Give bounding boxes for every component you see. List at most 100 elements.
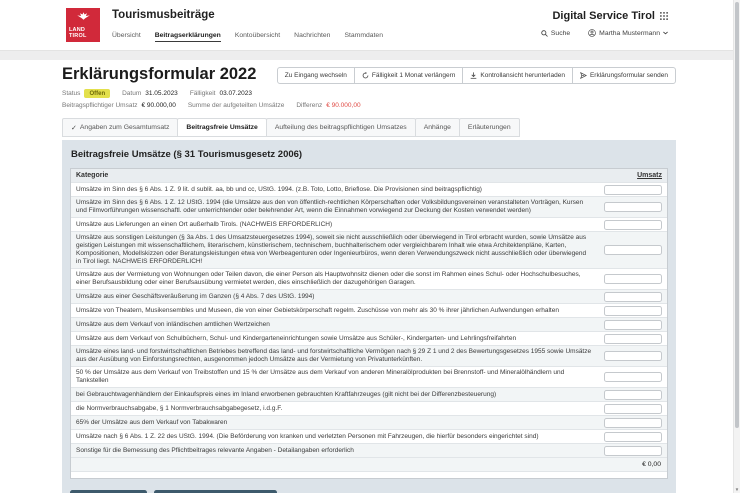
tab-gesamtumsatz[interactable]: ✓ Angaben zum Gesamtumsatz	[62, 118, 178, 137]
umsatz-input[interactable]	[604, 446, 662, 456]
tab-label: Anhänge	[424, 124, 451, 131]
umsatz-input[interactable]	[604, 404, 662, 414]
header-right: Digital Service Tirol Suc	[541, 10, 668, 37]
umsatz-input[interactable]	[604, 292, 662, 302]
umsatz-input[interactable]	[604, 351, 662, 361]
table-row: Umsätze aus der Vermietung von Wohnungen…	[71, 268, 667, 289]
umsatz-input[interactable]	[604, 185, 662, 195]
logo-text: LAND TIROL	[66, 27, 100, 39]
category-text: Umsätze nach § 6 Abs. 1 Z. 22 des UStG. …	[71, 431, 597, 443]
category-text: die Normverbrauchsabgabe, § 1 Normverbra…	[71, 403, 597, 415]
section-heading: Beitragsfreie Umsätze (§ 31 Tourismusges…	[71, 149, 668, 160]
send-icon	[580, 72, 587, 79]
datum-value: 31.05.2023	[145, 90, 178, 97]
table-row: Umsätze aus dem Verkauf von inländischen…	[71, 317, 667, 331]
category-text: Umsätze im Sinn des § 6 Abs. 1 Z. 12 USt…	[71, 197, 597, 217]
category-text: Umsätze im Sinn des § 6 Abs. 1 Z. 9 lit.…	[71, 184, 597, 196]
button-label: Erklärungsformular senden	[590, 72, 668, 79]
beitragspflichtiger-umsatz-value: € 90.000,00	[142, 102, 176, 109]
table-row: 50 % der Umsätze aus dem Verkauf von Tre…	[71, 366, 667, 387]
umsatz-input[interactable]	[604, 245, 662, 255]
col-umsatz[interactable]: Umsatz	[597, 169, 667, 182]
umsatz-input[interactable]	[604, 372, 662, 382]
button-label: Zu Eingang wechseln	[285, 72, 347, 79]
table-footer-row	[71, 471, 667, 478]
table-row: Sonstige für die Bemessung des Pflichtbe…	[71, 443, 667, 457]
search-button[interactable]: Suche	[541, 30, 570, 37]
main-nav: Übersicht Beitragserklärungen Kontoübers…	[112, 32, 383, 42]
summe-label: Summe der aufgeteilten Umsätze	[188, 102, 284, 109]
table-row: Umsätze aus Lieferungen an einen Ort auß…	[71, 217, 667, 231]
form-actions: Zu Eingang wechseln Fälligkeit 1 Monat v…	[277, 67, 676, 84]
category-text: Umsätze von Theatern, Musikensembles und…	[71, 305, 597, 317]
table-row: die Normverbrauchsabgabe, § 1 Normverbra…	[71, 401, 667, 415]
umsatz-input[interactable]	[604, 390, 662, 400]
umsatz-input[interactable]	[604, 220, 662, 230]
status-row: Status Offen Datum 31.05.2023 Fälligkeit…	[62, 89, 676, 98]
tab-label: Aufteilung des beitragspflichtigen Umsat…	[275, 124, 407, 131]
tab-label: Erläuterungen	[468, 124, 511, 131]
scrollbar[interactable]: ▼	[733, 0, 740, 493]
category-text: Umsätze eines land- und forstwirtschaftl…	[71, 346, 597, 366]
umsatz-input[interactable]	[604, 306, 662, 316]
switch-to-inbox-button[interactable]: Zu Eingang wechseln	[277, 67, 355, 84]
button-label: Kontrollansicht herunterladen	[480, 72, 565, 79]
nav-item-stammdaten[interactable]: Stammdaten	[344, 32, 383, 42]
nav-item-uebersicht[interactable]: Übersicht	[112, 32, 141, 42]
table-row: Umsätze aus einer Geschäftsveräußerung i…	[71, 289, 667, 303]
table-row: Umsätze eines land- und forstwirtschaftl…	[71, 345, 667, 366]
app-grid-icon[interactable]	[660, 12, 668, 20]
extend-due-date-button[interactable]: Fälligkeit 1 Monat verlängern	[354, 67, 463, 84]
category-text: bei Gebrauchtwagenhändlern der Einkaufsp…	[71, 389, 597, 401]
faelligkeit-value: 03.07.2023	[219, 90, 252, 97]
page: LAND TIROL Tourismusbeiträge Übersicht B…	[0, 0, 740, 493]
search-icon	[541, 30, 548, 37]
category-text: Umsätze aus Lieferungen an einen Ort auß…	[71, 219, 597, 231]
umsatz-input[interactable]	[604, 274, 662, 284]
umsatz-input[interactable]	[604, 418, 662, 428]
total-value: € 0,00	[642, 461, 661, 468]
umsatz-input[interactable]	[604, 432, 662, 442]
table-row: Umsätze nach § 6 Abs. 1 Z. 22 des UStG. …	[71, 429, 667, 443]
main-content: Zu Eingang wechseln Fälligkeit 1 Monat v…	[62, 60, 676, 493]
user-name: Martha Mustermann	[599, 30, 660, 37]
table-total-row: € 0,00	[71, 457, 667, 471]
beitragspflichtiger-umsatz-label: Beitragspflichtiger Umsatz	[62, 102, 138, 109]
status-label: Status	[62, 90, 80, 97]
datum-label: Datum	[122, 90, 141, 97]
beitragsfreie-umsaetze-panel: Beitragsfreie Umsätze (§ 31 Tourismusges…	[62, 140, 676, 493]
umsatz-input[interactable]	[604, 320, 662, 330]
table-row: Umsätze aus sonstigen Leistungen (§ 3a A…	[71, 231, 667, 268]
tab-anhaenge[interactable]: Anhänge	[415, 118, 460, 137]
app-title: Tourismusbeiträge	[112, 9, 215, 21]
tab-beitragsfreie-umsaetze[interactable]: Beitragsfreie Umsätze	[177, 118, 266, 137]
umsatz-input[interactable]	[604, 334, 662, 344]
tab-erlaeuterungen[interactable]: Erläuterungen	[459, 118, 520, 137]
header-divider	[0, 50, 740, 60]
send-declaration-button[interactable]: Erklärungsformular senden	[572, 67, 676, 84]
differenz-label: Differenz	[296, 102, 322, 109]
table-row: bei Gebrauchtwagenhändlern der Einkaufsp…	[71, 387, 667, 401]
scrollbar-thumb[interactable]	[735, 2, 739, 428]
scrollbar-down-arrow[interactable]: ▼	[734, 486, 740, 493]
category-text: Umsätze aus einer Geschäftsveräußerung i…	[71, 291, 597, 303]
tab-label: Angaben zum Gesamtumsatz	[80, 124, 170, 131]
service-title: Digital Service Tirol	[552, 10, 655, 22]
app-header: LAND TIROL Tourismusbeiträge Übersicht B…	[0, 0, 740, 50]
nav-item-beitragserklaerungen[interactable]: Beitragserklärungen	[155, 32, 221, 42]
status-badge: Offen	[84, 89, 110, 98]
faelligkeit-label: Fälligkeit	[190, 90, 216, 97]
table-row: Umsätze im Sinn des § 6 Abs. 1 Z. 12 USt…	[71, 196, 667, 217]
category-text: Umsätze aus dem Verkauf von Schulbüchern…	[71, 333, 597, 345]
category-text: 65% der Umsätze aus dem Verkauf von Taba…	[71, 417, 597, 429]
category-text: Umsätze aus sonstigen Leistungen (§ 3a A…	[71, 232, 597, 268]
nav-item-nachrichten[interactable]: Nachrichten	[294, 32, 330, 42]
table-body: Umsätze im Sinn des § 6 Abs. 1 Z. 9 lit.…	[71, 182, 667, 457]
refresh-icon	[362, 72, 369, 79]
check-icon: ✓	[71, 124, 77, 132]
tab-aufteilung[interactable]: Aufteilung des beitragspflichtigen Umsat…	[266, 118, 416, 137]
nav-item-kontouebersicht[interactable]: Kontoübersicht	[235, 32, 280, 42]
umsatz-input[interactable]	[604, 202, 662, 212]
download-control-view-button[interactable]: Kontrollansicht herunterladen	[462, 67, 573, 84]
user-menu[interactable]: Martha Mustermann	[588, 29, 668, 37]
